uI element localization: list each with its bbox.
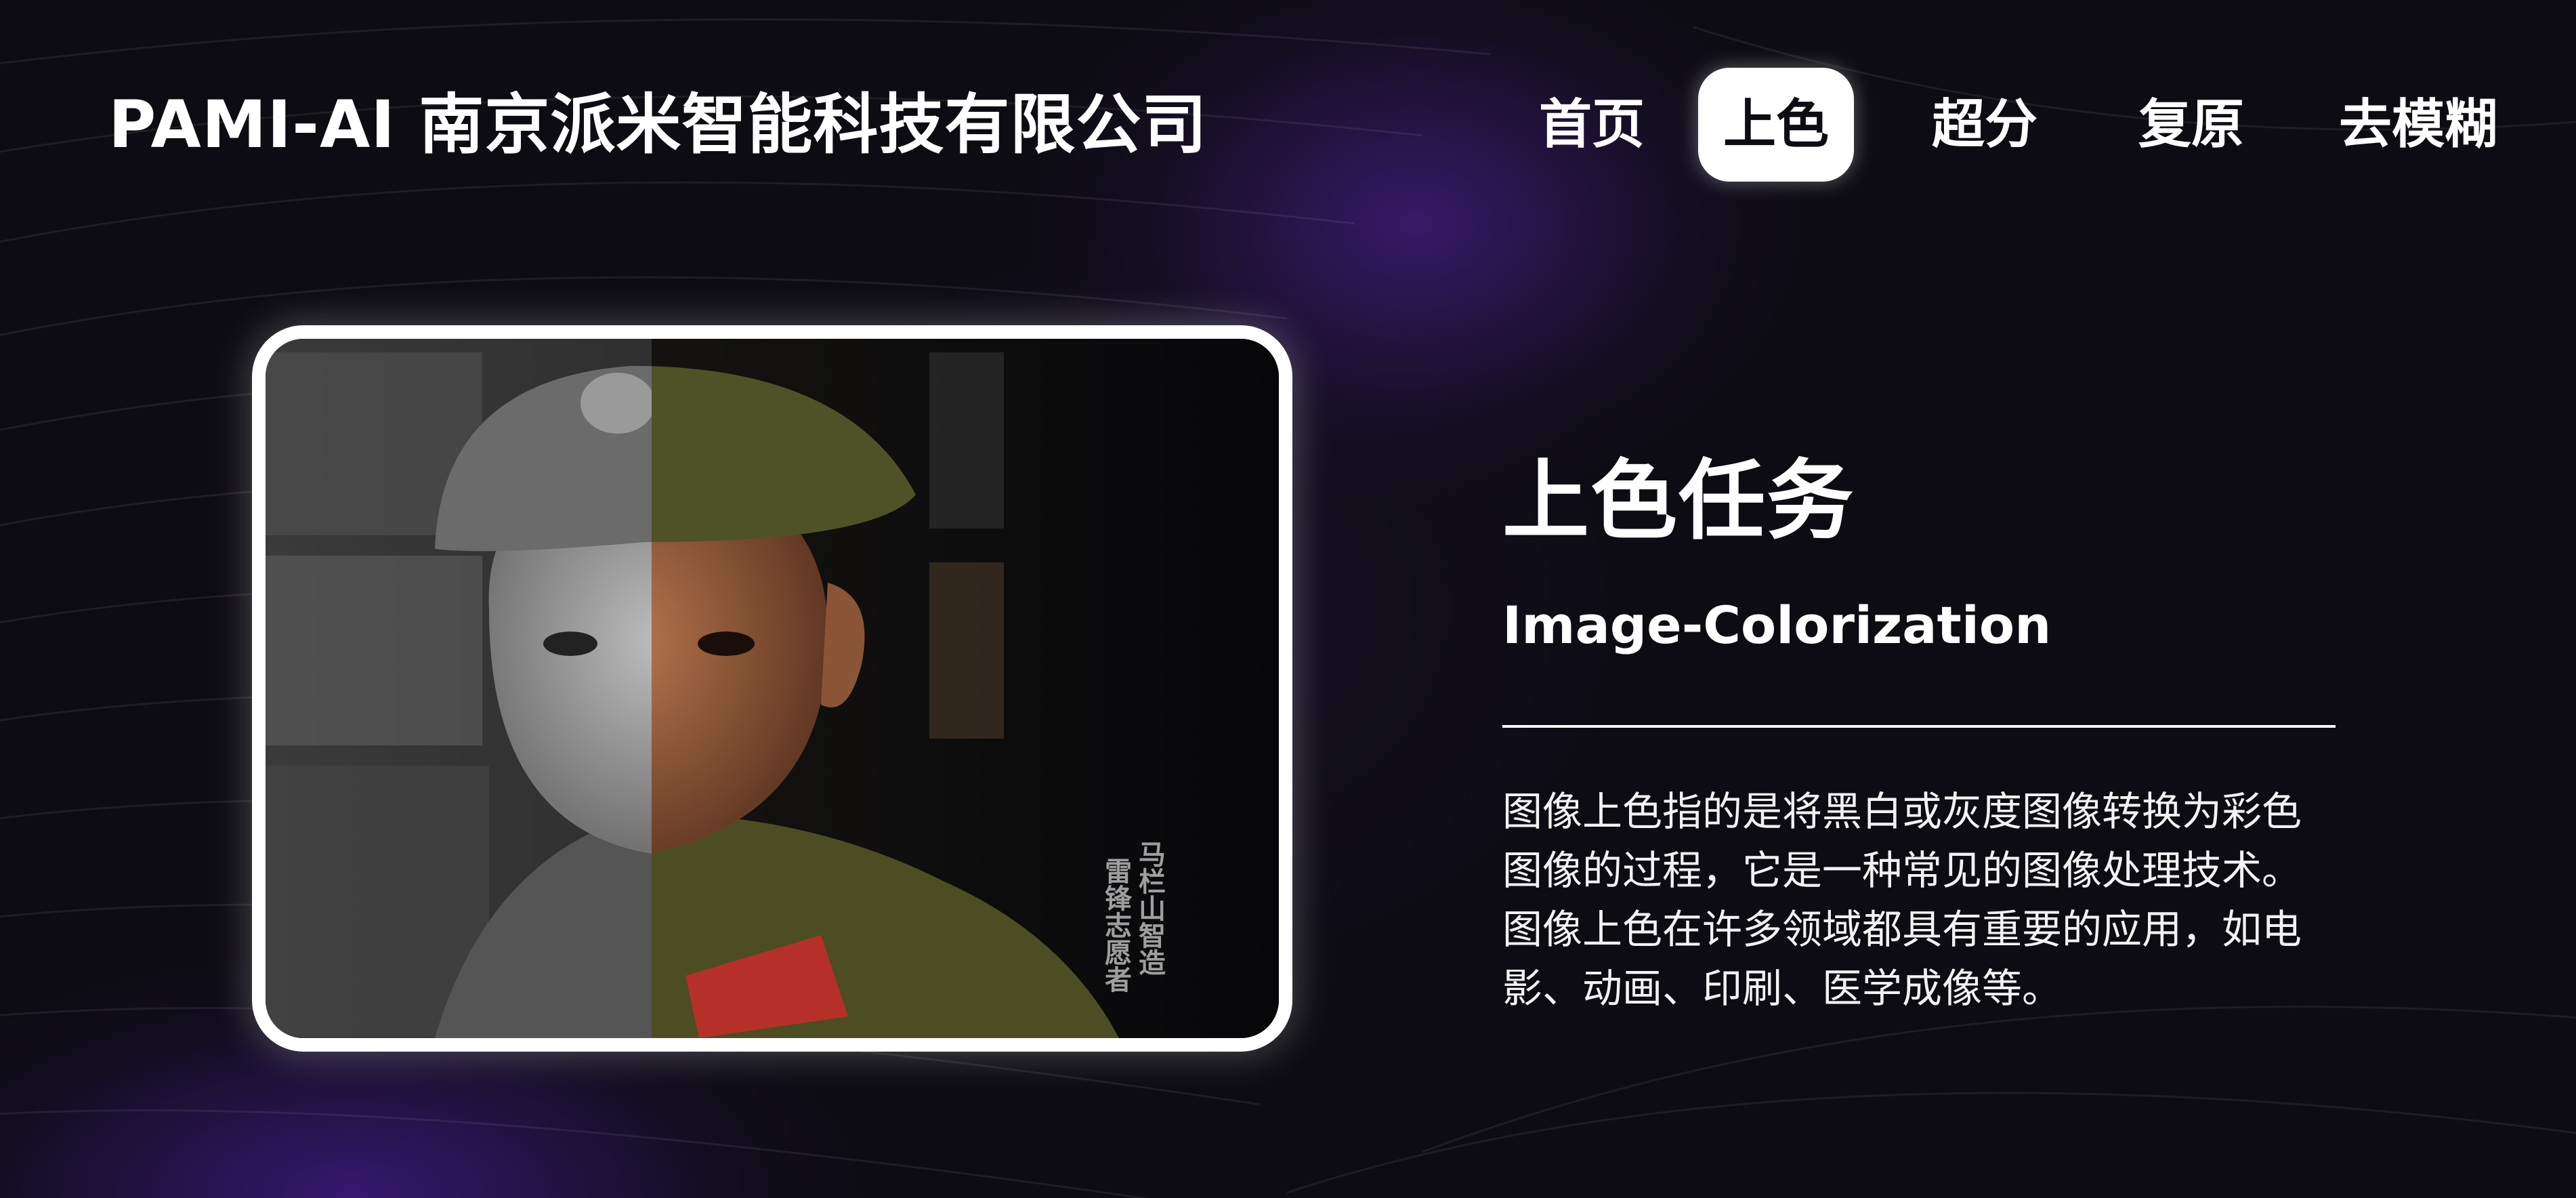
nav-item-colorization[interactable]: 上色 <box>1698 68 1854 182</box>
task-description: 图像上色指的是将黑白或灰度图像转换为彩色图像的过程，它是一种常见的图像处理技术。… <box>1502 788 2302 1012</box>
main-nav: 首页 上色 超分 复原 去模糊 <box>1487 68 2516 183</box>
task-title: 上色任务 <box>1502 451 1855 552</box>
image-caption-2: 雷锋志愿者 <box>1100 857 1132 993</box>
nav-item-home[interactable]: 首页 <box>1514 68 1670 182</box>
nav-item-restoration[interactable]: 复原 <box>2113 68 2269 182</box>
nav-item-deblur[interactable]: 去模糊 <box>2320 68 2516 182</box>
portrait-illustration: 马栏山智造 雷锋志愿者 <box>266 339 1279 1038</box>
task-info-panel: 上色任务 Image-Colorization 图像上色指的是将黑白或灰度图像转… <box>1502 440 2336 1018</box>
colorization-example-image: 马栏山智造 雷锋志愿者 <box>252 325 1292 1052</box>
top-header: PAMI-AI 南京派米智能科技有限公司 首页 上色 超分 复原 去模糊 <box>0 0 2576 251</box>
divider <box>1502 725 2336 728</box>
image-caption-1: 马栏山智造 <box>1134 840 1166 976</box>
nav-item-super-resolution[interactable]: 超分 <box>1907 68 2063 182</box>
brand-title[interactable]: PAMI-AI 南京派米智能科技有限公司 <box>108 80 1207 169</box>
task-subtitle: Image-Colorization <box>1502 595 2052 655</box>
